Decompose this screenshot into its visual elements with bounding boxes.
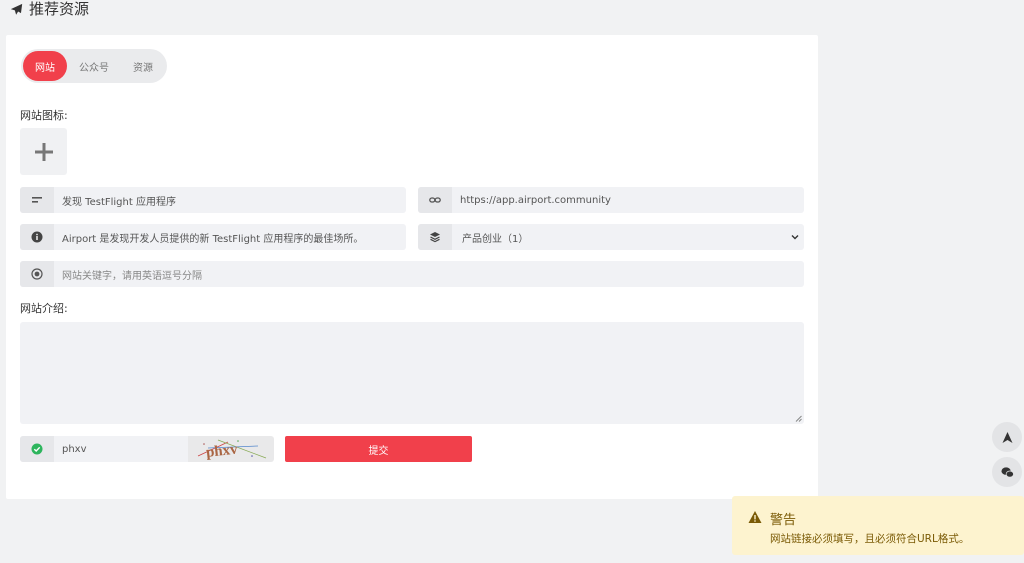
site-url-input[interactable]: https://app.airport.community: [452, 187, 804, 213]
warning-icon: [748, 511, 762, 523]
toast-message: 网站链接必须填写，且必须符合URL格式。: [770, 533, 970, 545]
category-select[interactable]: 产品创业（1）: [418, 224, 804, 250]
tab-official-account[interactable]: 公众号: [69, 51, 119, 81]
check-circle-icon: [31, 443, 43, 455]
keywords-input[interactable]: 网站关键字，请用英语逗号分隔: [54, 261, 804, 287]
keywords-field[interactable]: 网站关键字，请用英语逗号分隔: [20, 261, 804, 287]
wechat-icon: [1000, 466, 1014, 478]
submit-resource-card: 网站 公众号 资源 网站图标: 发现 TestFlight 应用程序 https…: [6, 35, 818, 499]
warning-toast: 警告 网站链接必须填写，且必须符合URL格式。: [732, 496, 1024, 555]
resize-handle-icon[interactable]: [795, 415, 802, 422]
link-icon: [429, 197, 441, 203]
site-description-input[interactable]: Airport 是发现开发人员提供的新 TestFlight 应用程序的最佳场所…: [54, 224, 406, 250]
site-intro-label: 网站介绍:: [20, 302, 68, 315]
site-url-field[interactable]: https://app.airport.community: [418, 187, 804, 213]
site-icon-upload[interactable]: [20, 128, 67, 175]
toast-title: 警告: [770, 513, 797, 528]
paper-plane-icon: [10, 3, 23, 15]
page-title: 推荐资源: [29, 0, 90, 18]
site-intro-textarea[interactable]: [20, 322, 804, 424]
site-name-field[interactable]: 发现 TestFlight 应用程序: [20, 187, 406, 213]
site-name-input[interactable]: 发现 TestFlight 应用程序: [54, 187, 406, 213]
captcha-image[interactable]: phxv: [188, 436, 274, 462]
arrow-up-icon: [1002, 431, 1012, 443]
page-header: 推荐资源: [10, 0, 89, 18]
info-icon: [31, 231, 43, 243]
captcha-input[interactable]: phxv: [54, 436, 188, 462]
back-to-top-button[interactable]: [992, 422, 1022, 452]
captcha-field[interactable]: phxv: [20, 436, 188, 462]
captcha-text: phxv: [205, 442, 239, 461]
wechat-button[interactable]: [992, 457, 1022, 487]
plus-icon: [34, 142, 53, 161]
chevron-down-icon: [791, 235, 799, 240]
resource-type-tabs: 网站 公众号 资源: [21, 49, 167, 83]
captcha-image-graphic: phxv: [197, 439, 267, 461]
tab-resource[interactable]: 资源: [121, 51, 165, 81]
submit-button[interactable]: 提交: [285, 436, 472, 462]
layers-icon: [430, 232, 440, 243]
category-selected-value: 产品创业（1）: [462, 233, 529, 245]
target-icon: [31, 268, 43, 280]
text-align-icon: [32, 197, 42, 203]
site-icon-label: 网站图标:: [20, 109, 68, 122]
tab-website[interactable]: 网站: [23, 51, 67, 81]
site-description-field[interactable]: Airport 是发现开发人员提供的新 TestFlight 应用程序的最佳场所…: [20, 224, 406, 250]
